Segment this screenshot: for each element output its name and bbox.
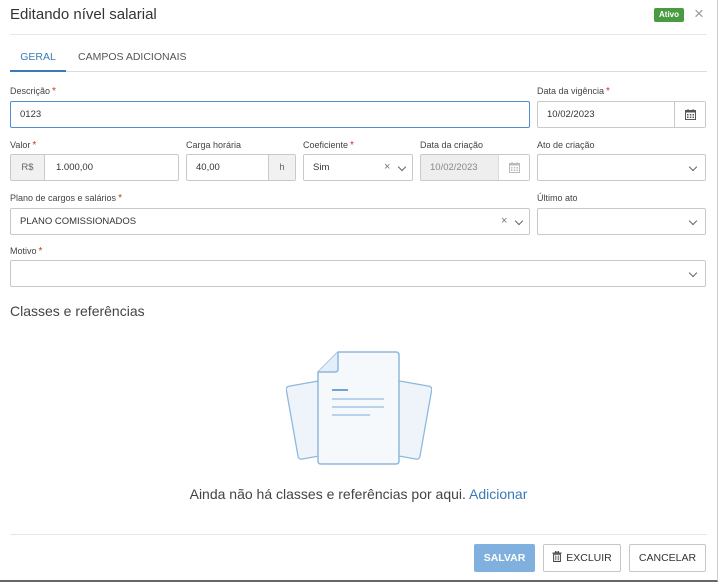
descricao-value: 0123 bbox=[20, 109, 42, 120]
ultimo-ato-label: Último ato bbox=[537, 193, 578, 203]
ato-criacao-label: Ato de criação bbox=[537, 140, 595, 150]
hours-suffix: h bbox=[268, 155, 295, 180]
plano-cargos-select[interactable]: PLANO COMISSIONADOS × bbox=[10, 208, 530, 235]
close-icon[interactable]: × bbox=[690, 4, 708, 24]
carga-horaria-value: 40,00 bbox=[196, 162, 220, 173]
empty-documents-icon bbox=[286, 351, 432, 465]
status-badge: Ativo bbox=[654, 8, 684, 22]
calendar-icon bbox=[685, 109, 696, 120]
descricao-label: Descrição * bbox=[10, 86, 56, 97]
calendar-button[interactable] bbox=[674, 102, 705, 127]
edit-salary-level-modal: Editando nível salarial Ativo × GERAL CA… bbox=[0, 0, 718, 582]
data-vigencia-value: 10/02/2023 bbox=[547, 109, 595, 120]
tab-geral[interactable]: GERAL bbox=[10, 44, 66, 72]
ato-criacao-select[interactable] bbox=[537, 154, 706, 181]
data-vigencia-input[interactable]: 10/02/2023 bbox=[537, 101, 706, 128]
chevron-down-icon[interactable] bbox=[688, 162, 698, 172]
cancel-button[interactable]: CANCELAR bbox=[629, 544, 706, 572]
currency-prefix: R$ bbox=[11, 155, 45, 180]
footer-divider bbox=[10, 534, 707, 535]
plano-cargos-label: Plano de cargos e salários * bbox=[10, 193, 122, 204]
data-criacao-label: Data da criação bbox=[420, 140, 484, 150]
motivo-label: Motivo * bbox=[10, 246, 43, 257]
calendar-icon bbox=[509, 162, 520, 173]
coeficiente-label: Coeficiente * bbox=[303, 140, 354, 151]
chevron-down-icon[interactable] bbox=[688, 268, 698, 278]
tab-bar: GERAL CAMPOS ADICIONAIS bbox=[10, 44, 707, 72]
data-criacao-input: 10/02/2023 bbox=[420, 154, 530, 181]
clear-icon[interactable]: × bbox=[501, 209, 507, 234]
carga-horaria-label: Carga horária bbox=[186, 140, 242, 150]
delete-button-label: EXCLUIR bbox=[566, 552, 612, 564]
coeficiente-select[interactable]: Sim × bbox=[303, 154, 413, 181]
calendar-button-disabled bbox=[498, 155, 529, 180]
descricao-input[interactable]: 0123 bbox=[10, 101, 530, 128]
carga-horaria-input[interactable]: 40,00 h bbox=[186, 154, 296, 181]
data-criacao-value: 10/02/2023 bbox=[430, 162, 478, 173]
clear-icon[interactable]: × bbox=[384, 155, 390, 180]
delete-button[interactable]: EXCLUIR bbox=[543, 544, 621, 572]
trash-icon bbox=[552, 550, 562, 563]
classes-section-title: Classes e referências bbox=[10, 303, 145, 319]
save-button[interactable]: SALVAR bbox=[474, 544, 535, 572]
add-classes-link[interactable]: Adicionar bbox=[469, 486, 527, 502]
ultimo-ato-select[interactable] bbox=[537, 208, 706, 235]
coeficiente-value: Sim bbox=[313, 162, 330, 173]
empty-state-text: Ainda não há classes e referências por a… bbox=[189, 486, 466, 502]
valor-label: Valor * bbox=[10, 140, 37, 151]
empty-state-message: Ainda não há classes e referências por a… bbox=[0, 486, 717, 502]
data-vigencia-label: Data da vigência * bbox=[537, 86, 610, 97]
chevron-down-icon[interactable] bbox=[514, 216, 524, 226]
valor-input[interactable]: R$ 1.000,00 bbox=[10, 154, 179, 181]
motivo-select[interactable] bbox=[10, 260, 706, 287]
tab-campos-adicionais[interactable]: CAMPOS ADICIONAIS bbox=[78, 44, 187, 72]
valor-value: 1.000,00 bbox=[56, 162, 93, 173]
chevron-down-icon[interactable] bbox=[397, 162, 407, 172]
chevron-down-icon[interactable] bbox=[688, 216, 698, 226]
header-divider bbox=[10, 34, 707, 35]
plano-cargos-value: PLANO COMISSIONADOS bbox=[20, 216, 137, 227]
modal-title: Editando nível salarial bbox=[10, 6, 157, 23]
